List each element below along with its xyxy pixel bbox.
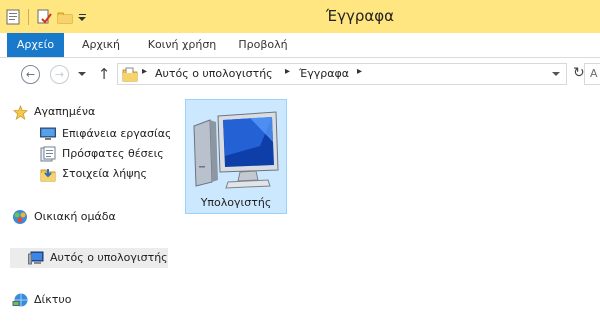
nav-recent-places[interactable]: Πρόσφατες θέσεις xyxy=(40,144,164,164)
computer-icon xyxy=(193,111,279,189)
back-button[interactable]: ← xyxy=(21,65,40,84)
undo-button[interactable] xyxy=(35,8,53,26)
star-icon xyxy=(12,104,28,120)
recent-places-icon xyxy=(40,146,56,162)
file-list: Υπολογιστής xyxy=(170,92,600,321)
homegroup-icon xyxy=(12,209,28,225)
up-button[interactable]: ↑ xyxy=(95,64,113,84)
file-item-computer[interactable]: Υπολογιστής xyxy=(185,99,287,214)
tab-view[interactable]: Προβολή xyxy=(232,33,294,57)
properties-icon xyxy=(6,9,20,25)
documents-location-icon xyxy=(122,67,138,85)
downloads-icon xyxy=(40,166,56,182)
navigation-pane: Αγαπημένα Επιφάνεια εργασίας Πρόσφατες θ… xyxy=(0,92,171,321)
nav-network[interactable]: Δίκτυο xyxy=(12,290,71,310)
file-item-label: Υπολογιστής xyxy=(200,196,272,209)
forward-button[interactable]: → xyxy=(50,65,69,84)
breadcrumb-chevron-icon[interactable]: ▸ xyxy=(357,66,362,77)
nav-recent-places-label: Πρόσφατες θέσεις xyxy=(62,147,164,160)
document-check-icon xyxy=(37,9,52,24)
nav-downloads[interactable]: Στοιχεία λήψης xyxy=(40,164,147,184)
navigation-bar: ← → ↑ ▸ Αυτός ο υπολογιστής ▸ Έγγραφα ▸ … xyxy=(0,58,600,92)
computer-icon xyxy=(28,250,44,266)
breadcrumb-this-pc[interactable]: Αυτός ο υπολογιστής xyxy=(155,67,273,80)
arrow-up-icon: ↑ xyxy=(97,65,111,83)
breadcrumb-chevron-icon[interactable]: ▸ xyxy=(285,66,290,77)
nav-favorites[interactable]: Αγαπημένα xyxy=(12,102,95,122)
toolbar-separator xyxy=(28,9,29,25)
nav-homegroup[interactable]: Οικιακή ομάδα xyxy=(12,207,116,227)
nav-desktop-label: Επιφάνεια εργασίας xyxy=(62,127,172,140)
ribbon-tabs: Αρχείο Αρχική Κοινή χρήση Προβολή xyxy=(0,33,600,58)
nav-this-pc[interactable]: Αυτός ο υπολογιστής xyxy=(10,248,168,268)
nav-favorites-label: Αγαπημένα xyxy=(34,105,96,118)
tab-home[interactable]: Αρχική xyxy=(75,33,127,57)
desktop-icon xyxy=(40,126,56,142)
address-bar[interactable]: ▸ Αυτός ο υπολογιστής ▸ Έγγραφα ▸ xyxy=(117,63,567,85)
new-folder-button[interactable] xyxy=(56,8,74,26)
title-bar: Έγγραφα xyxy=(0,0,600,33)
search-input[interactable]: Α xyxy=(584,63,600,85)
arrow-left-icon: ← xyxy=(25,68,36,81)
refresh-icon[interactable]: ↻ xyxy=(573,65,585,81)
tab-file[interactable]: Αρχείο xyxy=(7,33,64,57)
arrow-right-icon: → xyxy=(54,68,65,81)
properties-button[interactable] xyxy=(4,8,22,26)
customize-toolbar-dropdown[interactable] xyxy=(77,8,87,26)
nav-this-pc-label: Αυτός ο υπολογιστής xyxy=(50,251,168,264)
folder-icon xyxy=(57,12,73,24)
nav-downloads-label: Στοιχεία λήψης xyxy=(62,167,147,180)
network-icon xyxy=(12,292,28,308)
breadcrumb-chevron-icon[interactable]: ▸ xyxy=(142,66,147,77)
nav-desktop[interactable]: Επιφάνεια εργασίας xyxy=(40,124,171,144)
nav-network-label: Δίκτυο xyxy=(34,293,72,306)
nav-homegroup-label: Οικιακή ομάδα xyxy=(34,210,116,223)
tab-share[interactable]: Κοινή χρήση xyxy=(138,33,226,57)
window-title: Έγγραφα xyxy=(325,7,395,25)
recent-locations-dropdown[interactable] xyxy=(78,72,86,76)
address-history-dropdown[interactable] xyxy=(552,72,560,76)
quick-access-toolbar xyxy=(4,7,87,27)
breadcrumb-documents[interactable]: Έγγραφα xyxy=(299,67,349,80)
